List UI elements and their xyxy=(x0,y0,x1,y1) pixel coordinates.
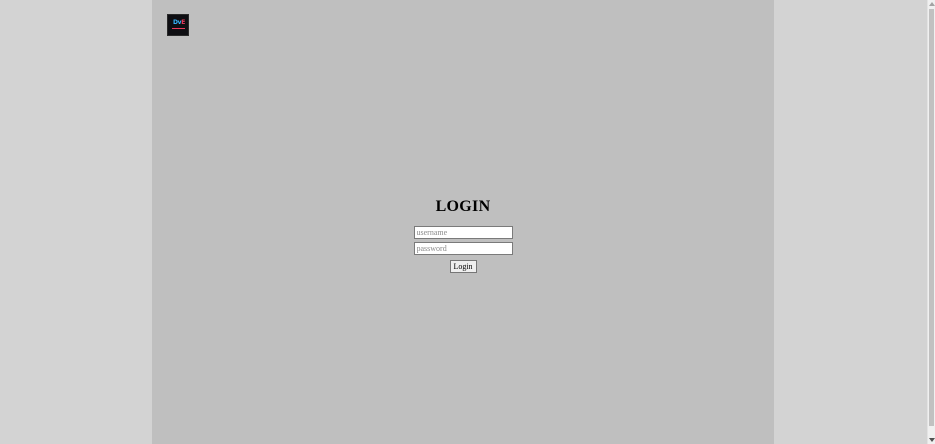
logo-mark-accent: E xyxy=(181,19,186,26)
password-input[interactable] xyxy=(413,242,513,255)
scroll-up-arrow-icon[interactable] xyxy=(929,2,935,6)
logo-mark: DvE xyxy=(173,20,185,26)
login-title: LOGIN xyxy=(435,198,491,215)
username-input[interactable] xyxy=(413,226,513,239)
logo-underline xyxy=(172,28,185,29)
login-button[interactable]: Login xyxy=(449,260,477,273)
vertical-scrollbar[interactable] xyxy=(927,0,935,444)
page: DvE LOGIN Login xyxy=(0,0,935,444)
scroll-down-arrow-icon[interactable] xyxy=(929,438,935,442)
login-form: LOGIN Login xyxy=(152,197,774,273)
main-content: DvE LOGIN Login xyxy=(152,0,774,444)
scroll-thumb[interactable] xyxy=(929,9,934,426)
site-logo-icon[interactable]: DvE xyxy=(167,14,189,36)
